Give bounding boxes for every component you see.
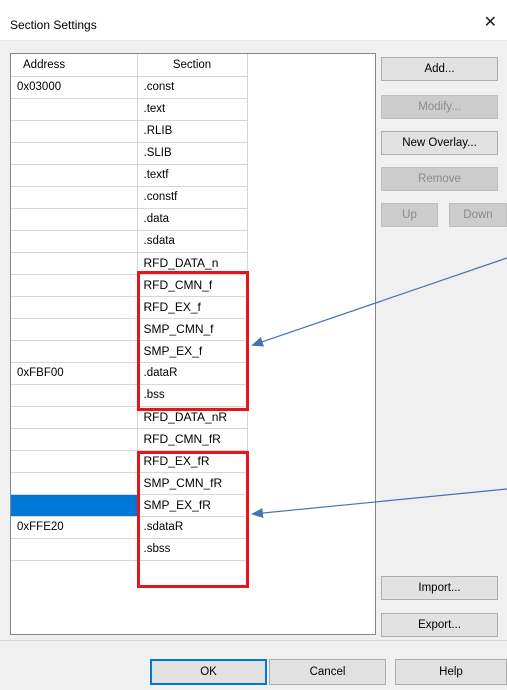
empty-cell bbox=[247, 120, 375, 142]
address-cell[interactable] bbox=[11, 406, 138, 429]
cancel-button[interactable]: Cancel bbox=[269, 659, 386, 685]
empty-cell bbox=[247, 98, 375, 120]
window-title: Section Settings bbox=[10, 18, 97, 32]
address-cell[interactable] bbox=[11, 230, 138, 253]
address-cell[interactable] bbox=[11, 252, 138, 275]
table-row[interactable]: .data bbox=[11, 208, 375, 231]
table-row[interactable]: 0x03000 .const bbox=[11, 76, 375, 99]
column-header-empty bbox=[247, 54, 375, 76]
empty-cell bbox=[247, 472, 375, 494]
section-cell[interactable]: .const bbox=[137, 76, 248, 99]
remove-button[interactable]: Remove bbox=[381, 167, 498, 191]
empty-cell bbox=[247, 208, 375, 230]
import-button[interactable]: Import... bbox=[381, 576, 498, 600]
address-cell[interactable] bbox=[11, 164, 138, 187]
section-cell[interactable]: .sdata bbox=[137, 230, 248, 253]
address-cell[interactable] bbox=[11, 120, 138, 143]
address-cell[interactable] bbox=[11, 494, 138, 517]
empty-cell bbox=[247, 516, 375, 538]
empty-cell bbox=[247, 362, 375, 384]
highlight-box-far-sections bbox=[137, 451, 249, 588]
section-cell[interactable]: .textf bbox=[137, 164, 248, 187]
table-header-row: Address Section bbox=[11, 54, 375, 77]
modify-button[interactable]: Modify... bbox=[381, 95, 498, 119]
address-cell[interactable] bbox=[11, 208, 138, 231]
column-header-address[interactable]: Address bbox=[11, 54, 138, 77]
help-button[interactable]: Help bbox=[395, 659, 507, 685]
section-cell[interactable]: .data bbox=[137, 208, 248, 231]
empty-cell bbox=[247, 274, 375, 296]
empty-cell bbox=[247, 76, 375, 98]
address-cell[interactable]: 0xFBF00 bbox=[11, 362, 138, 385]
table-row[interactable]: .textf bbox=[11, 164, 375, 187]
empty-cell bbox=[247, 142, 375, 164]
section-cell[interactable]: RFD_CMN_fR bbox=[137, 428, 248, 451]
ok-button[interactable]: OK bbox=[150, 659, 267, 685]
table-row[interactable]: .SLIB bbox=[11, 142, 375, 165]
section-cell[interactable]: .constf bbox=[137, 186, 248, 209]
address-cell[interactable] bbox=[11, 296, 138, 319]
empty-cell bbox=[247, 318, 375, 340]
title-bar: Section Settings ✕ bbox=[0, 0, 507, 41]
address-cell[interactable] bbox=[11, 274, 138, 297]
table-row[interactable]: .RLIB bbox=[11, 120, 375, 143]
column-header-section[interactable]: Section bbox=[137, 54, 248, 77]
table-row[interactable]: .sdata bbox=[11, 230, 375, 253]
empty-cell bbox=[247, 230, 375, 252]
table-row[interactable]: .text bbox=[11, 98, 375, 121]
close-icon[interactable]: ✕ bbox=[484, 15, 497, 31]
empty-cell bbox=[247, 252, 375, 274]
empty-cell bbox=[247, 384, 375, 406]
address-cell[interactable] bbox=[11, 428, 138, 451]
empty-cell bbox=[247, 340, 375, 362]
export-button[interactable]: Export... bbox=[381, 613, 498, 637]
address-cell[interactable] bbox=[11, 142, 138, 165]
empty-cell bbox=[247, 164, 375, 186]
address-cell[interactable] bbox=[11, 450, 138, 473]
address-cell[interactable] bbox=[11, 98, 138, 121]
new-overlay-button[interactable]: New Overlay... bbox=[381, 131, 498, 155]
address-cell[interactable]: 0x03000 bbox=[11, 76, 138, 99]
address-cell[interactable] bbox=[11, 472, 138, 495]
empty-cell bbox=[247, 406, 375, 428]
table-row[interactable]: RFD_CMN_fR bbox=[11, 428, 375, 451]
empty-cell bbox=[247, 538, 375, 560]
empty-cell bbox=[247, 186, 375, 208]
address-cell[interactable] bbox=[11, 340, 138, 363]
empty-cell bbox=[247, 296, 375, 318]
section-cell[interactable]: .RLIB bbox=[137, 120, 248, 143]
empty-cell bbox=[247, 450, 375, 472]
address-cell[interactable] bbox=[11, 186, 138, 209]
section-cell[interactable]: .SLIB bbox=[137, 142, 248, 165]
up-button[interactable]: Up bbox=[381, 203, 438, 227]
address-cell[interactable] bbox=[11, 538, 138, 561]
address-cell[interactable] bbox=[11, 384, 138, 407]
empty-cell bbox=[247, 494, 375, 516]
section-cell[interactable]: .text bbox=[137, 98, 248, 121]
address-cell[interactable] bbox=[11, 318, 138, 341]
empty-cell bbox=[247, 428, 375, 450]
add-button[interactable]: Add... bbox=[381, 57, 498, 81]
address-cell[interactable]: 0xFFE20 bbox=[11, 516, 138, 539]
table-row[interactable]: .constf bbox=[11, 186, 375, 209]
down-button[interactable]: Down bbox=[449, 203, 507, 227]
highlight-box-near-sections bbox=[137, 271, 249, 411]
